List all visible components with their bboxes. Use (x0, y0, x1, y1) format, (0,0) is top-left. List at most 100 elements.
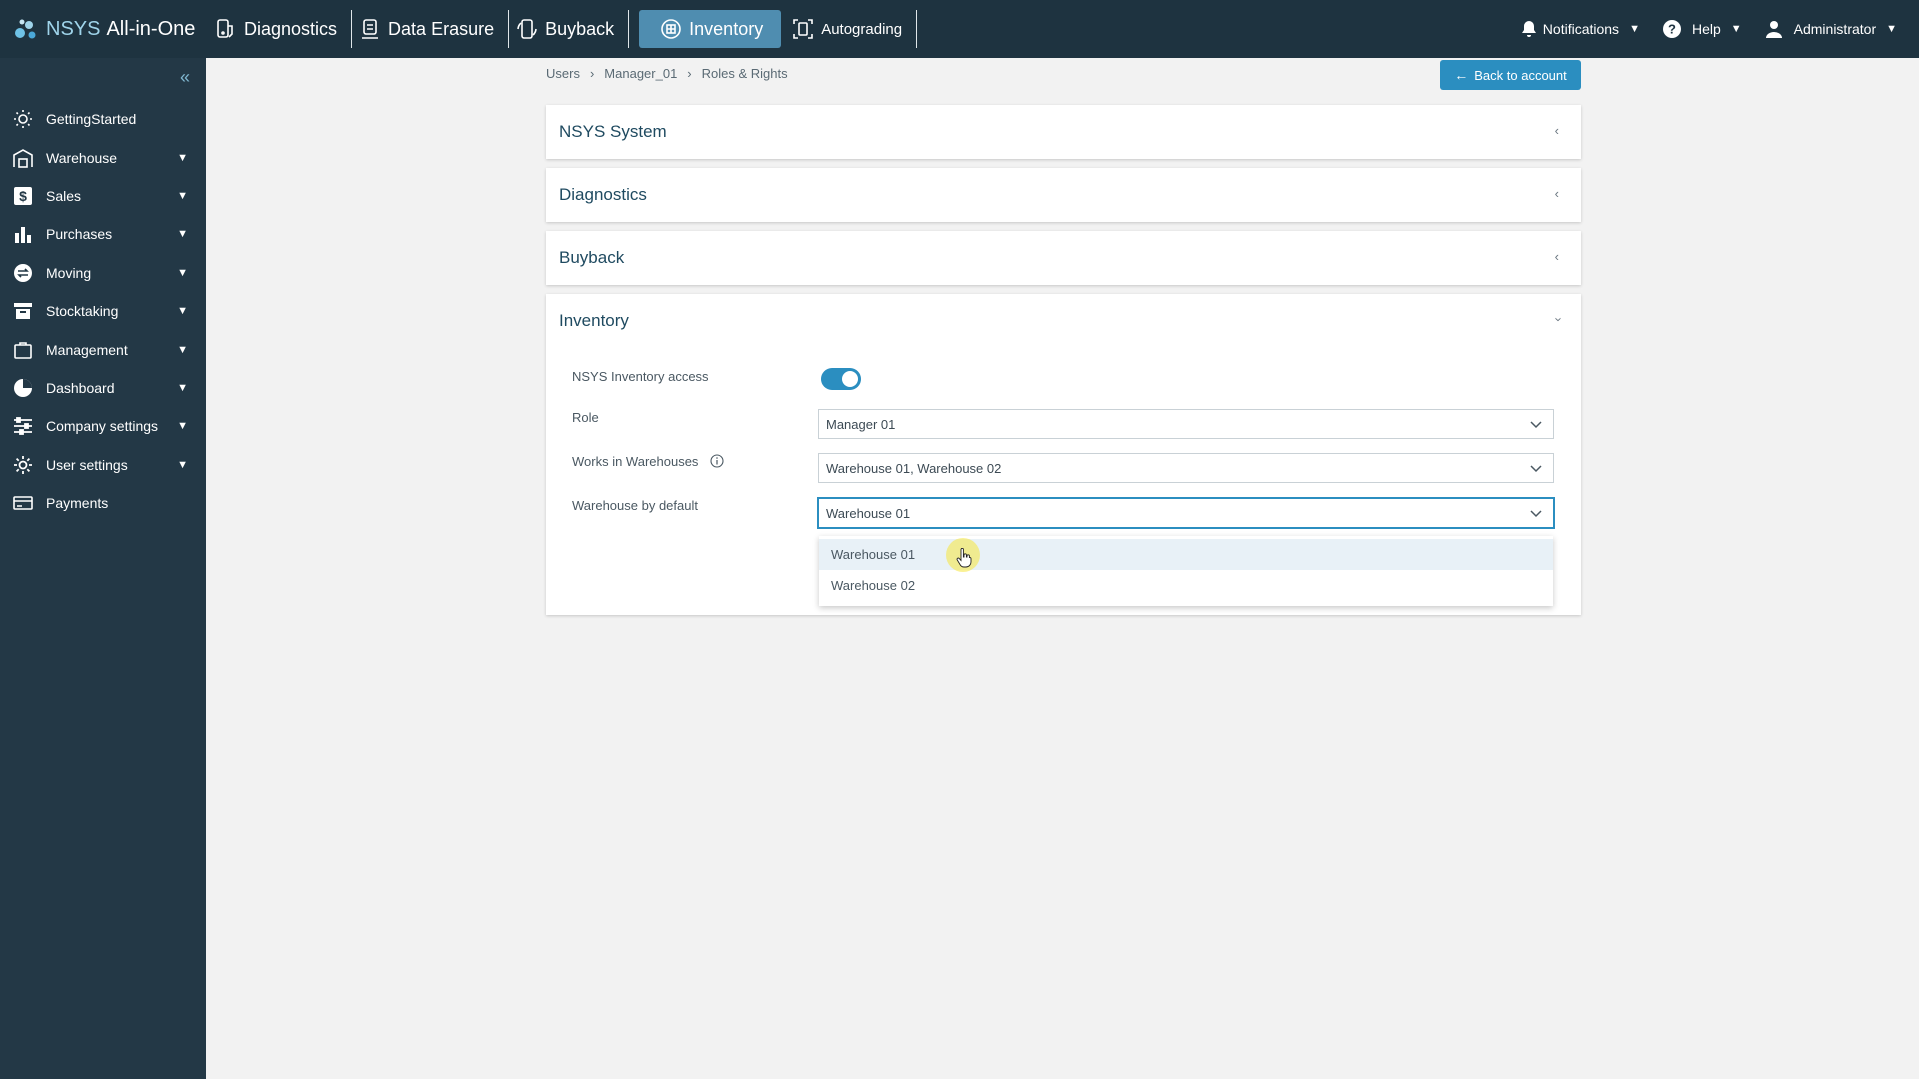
nsys-logo-icon (15, 19, 36, 39)
stocktaking-icon (14, 303, 32, 320)
user-label: Administrator (1793, 21, 1877, 37)
inventory-access-toggle[interactable] (821, 368, 861, 390)
sidebar-item-label: GettingStarted (46, 111, 137, 128)
sidebar-item-user-settings[interactable]: User settings ▼ (0, 446, 206, 484)
toggle-knob (842, 371, 858, 387)
sidebar-item-label: User settings (46, 456, 128, 473)
brand[interactable]: NSYS All-in-One (0, 0, 208, 58)
sidebar-item-warehouse[interactable]: Warehouse ▼ (0, 138, 206, 176)
chevron-down-icon (1530, 510, 1542, 518)
sidebar-item-company-settings[interactable]: Company settings ▼ (0, 407, 206, 445)
panel-title: Buyback (559, 248, 625, 267)
caret-down-icon: ▼ (177, 305, 188, 318)
help-icon: ? (1662, 20, 1681, 38)
sidebar-item-purchases[interactable]: Purchases ▼ (0, 215, 206, 253)
sidebar-item-gettingstarted[interactable]: GettingStarted (0, 100, 206, 138)
panel-title: Inventory (559, 311, 629, 330)
caret-down-icon: ▼ (177, 151, 188, 164)
warehouse-by-default-select[interactable]: Warehouse 01 (818, 498, 1554, 528)
panel-header-nsys-system[interactable]: NSYS System ‹ (546, 105, 1581, 159)
folder-icon (14, 341, 32, 359)
back-button-label: Back to account (1474, 67, 1567, 83)
caret-down-icon: ▼ (177, 458, 188, 471)
caret-down-icon: ▼ (1629, 23, 1640, 35)
svg-text:?: ? (1668, 22, 1676, 37)
panel-title: Diagnostics (559, 185, 647, 204)
nav-inventory[interactable]: Inventory (639, 10, 782, 48)
chevron-left-icon: ‹ (1554, 186, 1559, 201)
warehouse-dropdown-list: Warehouse 01 Warehouse 02 (819, 536, 1553, 606)
nav-label: Diagnostics (244, 18, 338, 39)
top-right-menu: Notifications ▼ ? Help ▼ Administrator ▼ (1519, 0, 1919, 58)
sidebar-item-management[interactable]: Management ▼ (0, 330, 206, 368)
breadcrumb-manager[interactable]: Manager_01 (604, 66, 677, 81)
warehouse-by-default-label: Warehouse by default (572, 498, 698, 513)
info-icon[interactable] (710, 454, 724, 468)
breadcrumb: Users › Manager_01 › Roles & Rights (546, 66, 788, 81)
help-menu[interactable]: ? Help ▼ (1662, 19, 1742, 39)
works-in-warehouses-label: Works in Warehouses (572, 454, 724, 469)
sidebar-item-label: Management (46, 341, 128, 358)
sidebar-item-dashboard[interactable]: Dashboard ▼ (0, 369, 206, 407)
data-erasure-icon (362, 19, 379, 39)
nav-label: Buyback (545, 18, 615, 39)
moving-icon (14, 263, 32, 282)
brand-name: All-in-One (106, 17, 196, 40)
hand-cursor-icon (956, 548, 972, 568)
nav-data-erasure[interactable]: Data Erasure (352, 10, 510, 48)
chevron-right-icon: › (589, 66, 595, 81)
back-to-account-button[interactable]: ← Back to account (1440, 60, 1581, 90)
nav-label: Autograding (821, 20, 903, 38)
caret-down-icon: ▼ (177, 381, 188, 394)
panel-diagnostics: Diagnostics ‹ (546, 168, 1581, 222)
nav-autograding[interactable]: Autograding (785, 10, 918, 48)
sidebar-item-sales[interactable]: $ Sales ▼ (0, 177, 206, 215)
brand-prefix: NSYS (46, 17, 101, 40)
chevron-right-icon: › (687, 66, 692, 81)
chevron-left-icon: ‹ (1554, 123, 1559, 138)
sidebar-item-label: Purchases (46, 226, 113, 243)
help-label: Help (1691, 21, 1721, 37)
sliders-icon (14, 417, 32, 436)
panel-header-buyback[interactable]: Buyback ‹ (546, 231, 1581, 285)
pie-icon (14, 378, 32, 397)
sidebar: « GettingStarted Warehouse ▼ $ Sales ▼ P… (0, 58, 206, 1079)
user-icon (1765, 21, 1782, 38)
caret-down-icon: ▼ (177, 228, 188, 241)
sidebar-item-stocktaking[interactable]: Stocktaking ▼ (0, 292, 206, 330)
role-select[interactable]: Manager 01 (818, 409, 1554, 439)
warehouse-icon (13, 148, 33, 168)
card-icon (13, 496, 33, 510)
bar-chart-icon (15, 227, 31, 244)
dropdown-option-warehouse-02[interactable]: Warehouse 02 (819, 570, 1553, 601)
gear-icon (14, 455, 32, 474)
default-value: Warehouse 01 (826, 505, 911, 521)
sidebar-item-label: Company settings (46, 418, 159, 435)
panel-nsys-system: NSYS System ‹ (546, 105, 1581, 159)
bulb-icon (14, 110, 32, 129)
role-label: Role (572, 410, 599, 425)
caret-down-icon: ▼ (1886, 23, 1897, 35)
sidebar-list: GettingStarted Warehouse ▼ $ Sales ▼ Pur… (0, 100, 206, 522)
panel-header-diagnostics[interactable]: Diagnostics ‹ (546, 168, 1581, 222)
notifications-menu[interactable]: Notifications ▼ (1519, 19, 1640, 39)
nav-diagnostics[interactable]: Diagnostics (208, 10, 353, 48)
dollar-icon: $ (14, 186, 32, 205)
caret-down-icon: ▼ (177, 266, 188, 279)
breadcrumb-users[interactable]: Users (546, 66, 580, 81)
inventory-access-label: NSYS Inventory access (572, 369, 709, 384)
chevron-down-icon (1530, 465, 1542, 473)
works-in-warehouses-select[interactable]: Warehouse 01, Warehouse 02 (818, 453, 1554, 483)
collapse-sidebar-icon[interactable]: « (180, 68, 198, 86)
role-value: Manager 01 (826, 416, 896, 432)
caret-down-icon: ▼ (1730, 23, 1742, 35)
dropdown-option-warehouse-01[interactable]: Warehouse 01 (819, 539, 1553, 570)
sidebar-item-payments[interactable]: Payments (0, 484, 206, 522)
caret-down-icon: ▼ (177, 343, 188, 356)
user-menu[interactable]: Administrator ▼ (1764, 19, 1897, 39)
nav-buyback[interactable]: Buyback (509, 10, 630, 48)
panel-header-inventory[interactable]: Inventory ‹ (546, 294, 1581, 348)
autograding-icon (793, 19, 814, 39)
breadcrumb-current: Roles & Rights (701, 66, 788, 81)
sidebar-item-moving[interactable]: Moving ▼ (0, 254, 206, 292)
